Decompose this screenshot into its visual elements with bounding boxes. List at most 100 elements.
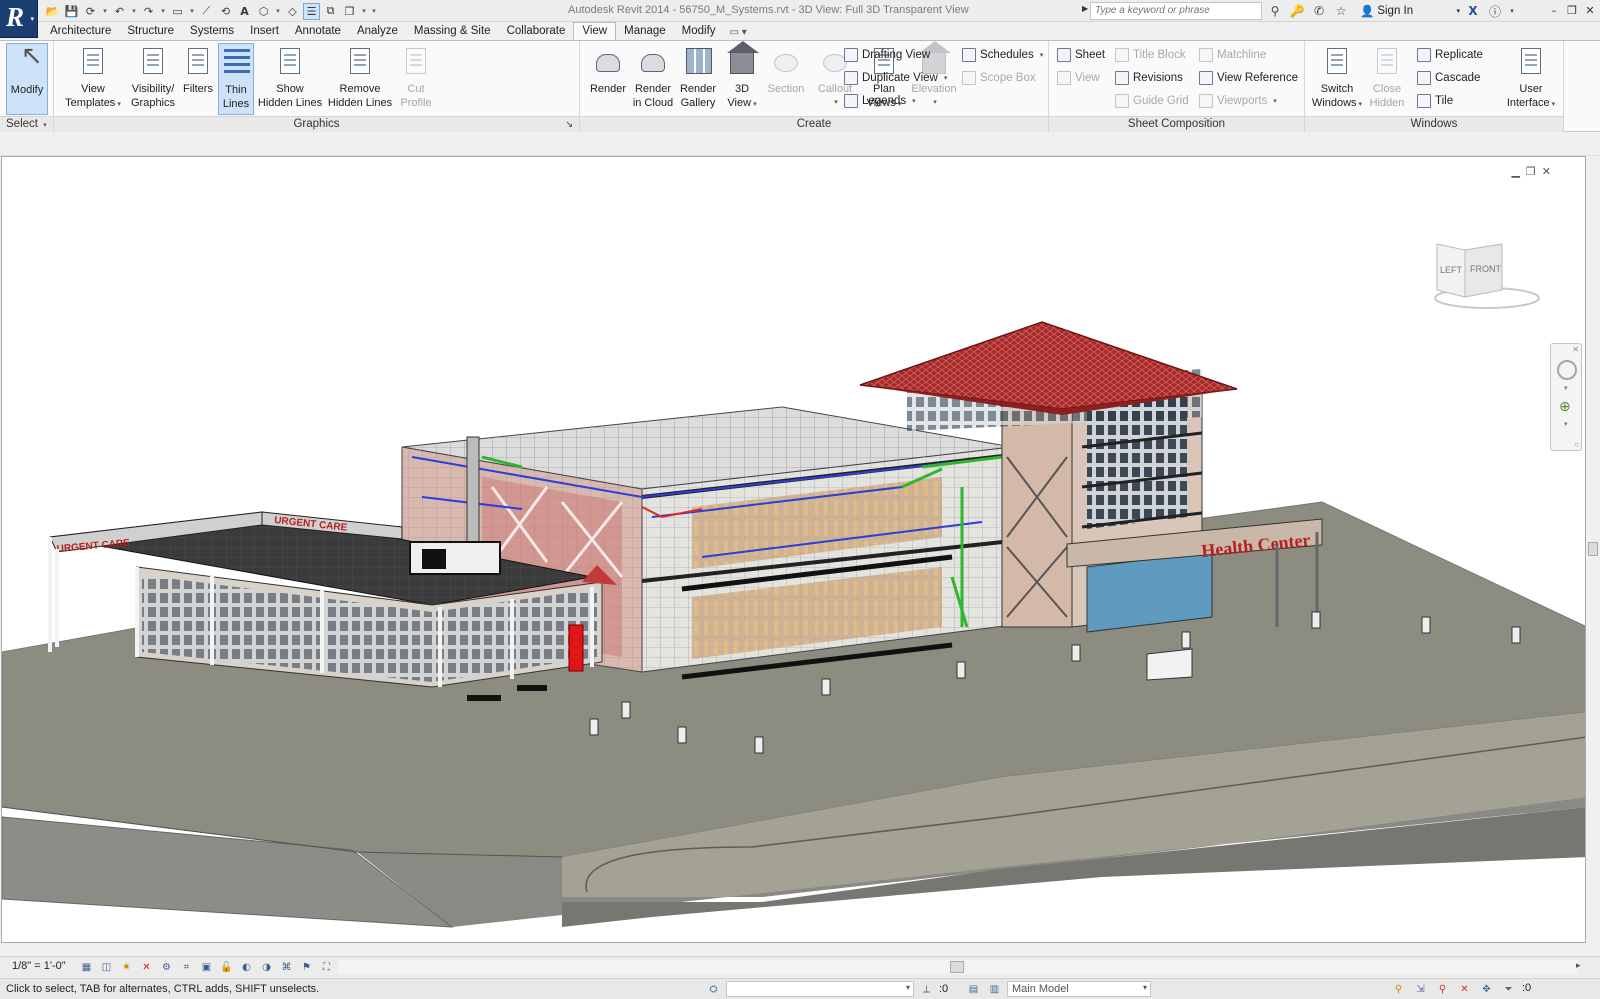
nav-bar-options-icon[interactable]: ○ — [1574, 440, 1579, 449]
search-expand-icon[interactable]: ▶ — [1082, 4, 1088, 13]
render-in-cloud-button[interactable]: Render in Cloud — [630, 43, 676, 115]
ribbon-minimize-icon[interactable]: ▭ ▾ — [724, 24, 753, 41]
text-icon[interactable]: A — [236, 3, 253, 20]
tab-structure[interactable]: Structure — [119, 23, 182, 41]
default-3d-view-icon[interactable]: ⬡ — [255, 3, 272, 20]
guide-grid-button[interactable]: Guide Grid — [1115, 92, 1189, 110]
open-icon[interactable]: 📂 — [44, 3, 61, 20]
rendering-dialog-icon[interactable]: ⚙ — [158, 959, 175, 975]
remove-hidden-lines-button[interactable]: Remove Hidden Lines — [326, 43, 394, 115]
3d-view-button[interactable]: 3D View ▾ — [722, 41, 762, 115]
undo-dropdown-icon[interactable]: ▾ — [130, 3, 138, 20]
viewcube-front-label[interactable]: FRONT — [1470, 264, 1501, 274]
drafting-view-button[interactable]: Drafting View — [844, 46, 930, 64]
tab-annotate[interactable]: Annotate — [287, 23, 349, 41]
visibility-graphics-button[interactable]: Visibility/ Graphics — [126, 43, 180, 115]
3d-view-canvas[interactable]: ▁ ❐ ✕ Health Center URGENT CARE URGENT C… — [1, 156, 1586, 943]
render-gallery-button[interactable]: Render Gallery — [676, 43, 720, 115]
sign-in-dropdown-icon[interactable]: ▾ — [1456, 7, 1460, 15]
switch-windows-button[interactable]: Switch Windows ▾ — [1311, 43, 1363, 115]
show-hidden-lines-button[interactable]: Show Hidden Lines — [256, 43, 324, 115]
legends-button[interactable]: Legends ▾ — [844, 92, 916, 110]
view-templates-button[interactable]: View Templates ▾ — [64, 43, 122, 115]
tab-massing-site[interactable]: Massing & Site — [406, 23, 499, 41]
place-view-button[interactable]: View — [1057, 69, 1100, 87]
shadows-icon[interactable]: ✕ — [138, 959, 155, 975]
tab-insert[interactable]: Insert — [242, 23, 287, 41]
help-dropdown-icon[interactable]: ▾ — [1508, 2, 1516, 20]
design-options-icon[interactable]: ▤ — [965, 981, 982, 997]
view-close-icon[interactable]: ✕ — [1542, 165, 1551, 178]
detail-level-icon[interactable]: ▦ — [78, 959, 95, 975]
switch-windows-icon[interactable]: ❐ — [341, 3, 358, 20]
view-reference-button[interactable]: View Reference — [1199, 69, 1298, 87]
tab-systems[interactable]: Systems — [182, 23, 242, 41]
help-icon[interactable]: ⓘ — [1486, 2, 1504, 20]
print-dropdown-icon[interactable]: ▾ — [188, 3, 196, 20]
3d-dropdown-icon[interactable]: ▾ — [274, 3, 282, 20]
duplicate-view-button[interactable]: Duplicate View ▾ — [844, 69, 947, 87]
scroll-right-icon[interactable]: ▸ — [1576, 960, 1581, 971]
tab-architecture[interactable]: Architecture — [42, 23, 119, 41]
favorites-icon[interactable]: ☆ — [1332, 2, 1350, 20]
select-pinned-icon[interactable]: ⚲ — [1434, 981, 1451, 997]
user-interface-button[interactable]: User Interface ▾ — [1505, 43, 1557, 115]
temporary-hide-icon[interactable]: ◐ — [238, 959, 255, 975]
sync-icon[interactable]: ⟳ — [82, 3, 99, 20]
search-input[interactable] — [1095, 5, 1257, 16]
nav-bar-close-icon[interactable]: ✕ — [1572, 345, 1579, 354]
redo-dropdown-icon[interactable]: ▾ — [159, 3, 167, 20]
exclude-options-icon[interactable]: ▥ — [986, 981, 1003, 997]
switch-dropdown-icon[interactable]: ▾ — [360, 3, 368, 20]
tab-modify[interactable]: Modify — [674, 23, 724, 41]
workset-selector[interactable]: ▾ — [726, 981, 914, 997]
scope-box-button[interactable]: Scope Box — [962, 69, 1036, 87]
drag-on-selection-icon[interactable]: ✥ — [1478, 981, 1495, 997]
close-hidden-button[interactable]: Close Hidden — [1365, 43, 1409, 115]
visual-style-icon[interactable]: ◫ — [98, 959, 115, 975]
building-model[interactable]: Health Center URGENT CARE URGENT CARE — [2, 157, 1586, 943]
viewcube[interactable]: LEFT FRONT — [1432, 242, 1542, 312]
communication-icon[interactable]: ✆ — [1310, 2, 1328, 20]
measure-icon[interactable]: ⟋ — [198, 3, 215, 20]
horizontal-scroll-thumb[interactable] — [950, 961, 964, 973]
vertical-scrollbar[interactable] — [1586, 156, 1600, 943]
binoculars-icon[interactable]: ⚲ — [1266, 2, 1284, 20]
redo-icon[interactable]: ↷ — [140, 3, 157, 20]
section-icon[interactable]: ◇ — [284, 3, 301, 20]
title-block-button[interactable]: Title Block — [1115, 46, 1186, 64]
highlight-displacement-icon[interactable]: ⚑ — [298, 959, 315, 975]
print-icon[interactable]: ▭ — [169, 3, 186, 20]
graphics-dialog-launcher-icon[interactable]: ↘ — [565, 117, 573, 132]
search-box[interactable] — [1090, 2, 1262, 20]
replicate-button[interactable]: Replicate — [1417, 46, 1483, 64]
customize-qat-icon[interactable]: ▾ — [370, 3, 378, 20]
viewcube-left-label[interactable]: LEFT — [1440, 265, 1463, 275]
close-icon[interactable]: ✕ — [1582, 2, 1598, 18]
viewports-button[interactable]: Viewports ▾ — [1199, 92, 1277, 110]
matchline-button[interactable]: Matchline — [1199, 46, 1266, 64]
cascade-button[interactable]: Cascade — [1417, 69, 1480, 87]
restore-icon[interactable]: ❐ — [1564, 2, 1580, 18]
aligned-dimension-icon[interactable]: ⟲ — [217, 3, 234, 20]
render-button[interactable]: Render — [586, 43, 630, 115]
select-by-face-icon[interactable]: ✕ — [1456, 981, 1473, 997]
section-button[interactable]: Section — [764, 43, 808, 115]
temporary-view-properties-icon[interactable]: ⌘ — [278, 959, 295, 975]
zoom-region-icon[interactable]: ⊕ — [1559, 398, 1571, 415]
exchange-apps-icon[interactable]: X — [1464, 2, 1482, 20]
schedules-button[interactable]: Schedules ▾ — [962, 46, 1043, 64]
tab-analyze[interactable]: Analyze — [349, 23, 406, 41]
close-hidden-icon[interactable]: ⧉ — [322, 3, 339, 20]
editing-requests-icon[interactable]: ⟂ — [918, 981, 935, 997]
sign-in-button[interactable]: 👤 Sign In ▾ — [1360, 4, 1460, 18]
reveal-hidden-icon[interactable]: ◑ — [258, 959, 275, 975]
filters-button[interactable]: Filters — [180, 43, 216, 115]
tab-collaborate[interactable]: Collaborate — [499, 23, 574, 41]
filter-icon[interactable]: ⏷ — [1500, 981, 1517, 997]
horizontal-scrollbar[interactable] — [338, 960, 1578, 974]
tab-manage[interactable]: Manage — [616, 23, 674, 41]
design-option-selector[interactable]: Main Model ▾ — [1007, 981, 1151, 997]
view-scale[interactable]: 1/8" = 1'-0" — [12, 960, 66, 972]
minimize-icon[interactable]: – — [1546, 2, 1562, 18]
